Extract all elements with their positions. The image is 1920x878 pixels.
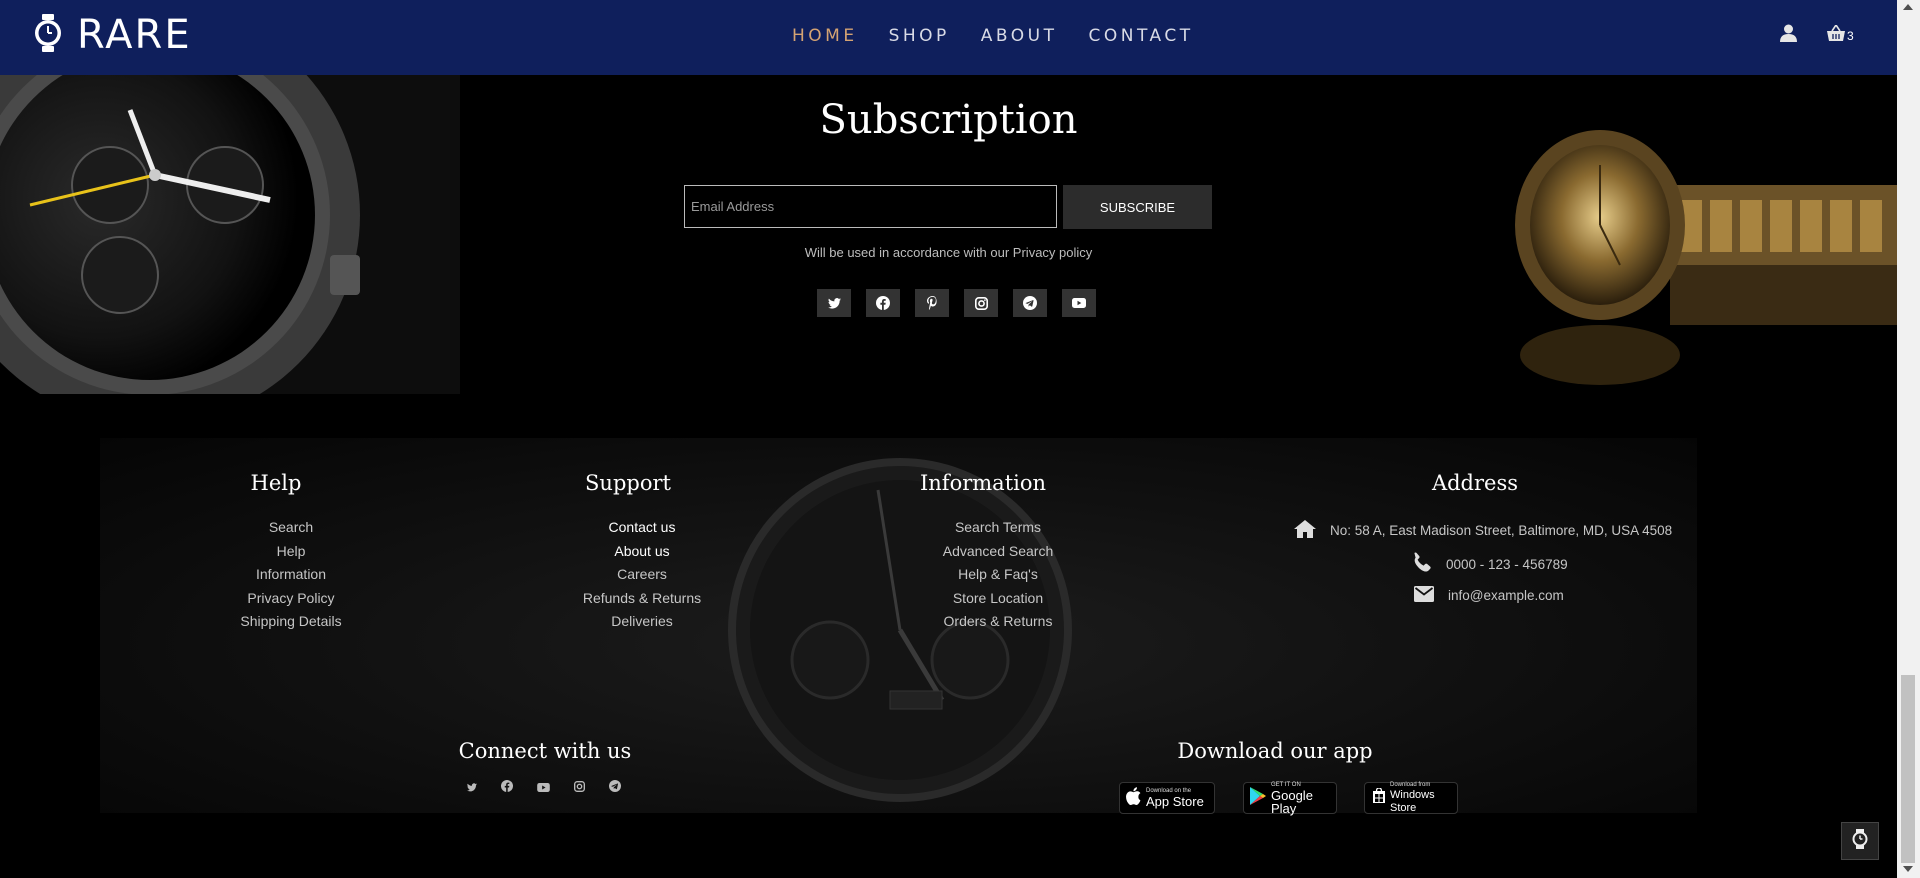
app-store-badge[interactable]: Download on the App Store [1119,782,1215,814]
address-phone: 0000 - 123 - 456789 [1410,552,1568,577]
link-advanced-search[interactable]: Advanced Search [913,540,1083,564]
windows-store-badge[interactable]: Download from Windows Store [1364,782,1458,814]
information-links: Search Terms Advanced Search Help & Faq'… [913,516,1083,634]
nav-contact[interactable]: CONTACT [1089,26,1194,46]
address-email: info@example.com [1414,586,1564,605]
home-icon [1294,520,1330,541]
floating-watch-button[interactable] [1841,822,1879,860]
youtube-icon[interactable] [1062,289,1096,317]
link-contact-us[interactable]: Contact us [557,516,727,540]
privacy-note: Will be used in accordance with our Priv… [804,245,1093,260]
link-help-faqs[interactable]: Help & Faq's [913,563,1083,587]
connect-social-links [467,779,621,797]
connect-heading: Connect with us [458,739,632,763]
phone-icon [1410,552,1446,577]
facebook-icon[interactable] [866,289,900,317]
link-privacy-policy[interactable]: Privacy Policy [206,587,376,611]
address-heading: Address [1431,471,1519,495]
google-play-icon [1250,786,1266,810]
scroll-down-arrow[interactable] [1903,866,1913,872]
link-information[interactable]: Information [206,563,376,587]
brand-name: RARE [77,12,192,58]
help-heading: Help [250,471,302,495]
watch-icon [1851,828,1869,854]
help-links: Search Help Information Privacy Policy S… [206,516,376,634]
scroll-up-arrow[interactable] [1903,4,1913,10]
subscribe-button[interactable]: SUBSCRIBE [1063,185,1212,229]
top-navbar: RARE HOME SHOP ABOUT CONTACT 3 [0,0,1897,75]
link-deliveries[interactable]: Deliveries [557,610,727,634]
google-play-badge[interactable]: GET IT ON Google Play [1243,782,1337,815]
address-street: No: 58 A, East Madison Street, Baltimore… [1294,520,1672,541]
telegram-icon[interactable] [1013,289,1047,317]
link-shipping-details[interactable]: Shipping Details [206,610,376,634]
link-help[interactable]: Help [206,540,376,564]
pinterest-icon[interactable] [915,289,949,317]
information-heading: Information [919,471,1047,495]
twitter-icon[interactable] [817,289,851,317]
subscription-section: Subscription SUBSCRIBE Will be used in a… [0,75,1897,394]
subscription-title: Subscription [819,97,1078,143]
telegram-icon[interactable] [609,779,621,797]
link-about-us[interactable]: About us [557,540,727,564]
cart-count-badge: 3 [1847,28,1854,43]
mail-icon [1414,586,1448,605]
nav-shop[interactable]: SHOP [889,26,950,46]
link-orders-returns[interactable]: Orders & Returns [913,610,1083,634]
download-heading: Download our app [1177,739,1373,763]
watch-logo-icon [33,13,63,57]
facebook-icon[interactable] [501,779,513,797]
youtube-icon[interactable] [537,779,550,797]
nav-about[interactable]: ABOUT [981,26,1058,46]
social-links [817,289,1096,317]
header-actions: 3 [1780,23,1854,47]
twitter-icon[interactable] [467,779,477,797]
link-store-location[interactable]: Store Location [913,587,1083,611]
user-icon[interactable] [1780,24,1797,47]
support-heading: Support [585,471,671,495]
link-search[interactable]: Search [206,516,376,540]
basket-icon[interactable] [1827,23,1845,46]
brand-logo[interactable]: RARE [33,12,192,58]
link-search-terms[interactable]: Search Terms [913,516,1083,540]
link-refunds-returns[interactable]: Refunds & Returns [557,587,727,611]
windows-store-icon [1372,786,1386,809]
support-links: Contact us About us Careers Refunds & Re… [557,516,727,634]
instagram-icon[interactable] [964,289,998,317]
scrollbar-thumb[interactable] [1901,675,1915,863]
nav-home[interactable]: HOME [792,26,858,46]
email-input[interactable] [684,185,1057,228]
apple-icon [1126,786,1141,810]
site-footer: Help Search Help Information Privacy Pol… [0,394,1897,878]
link-careers[interactable]: Careers [557,563,727,587]
main-nav: HOME SHOP ABOUT CONTACT [792,26,1225,46]
instagram-icon[interactable] [574,779,585,797]
